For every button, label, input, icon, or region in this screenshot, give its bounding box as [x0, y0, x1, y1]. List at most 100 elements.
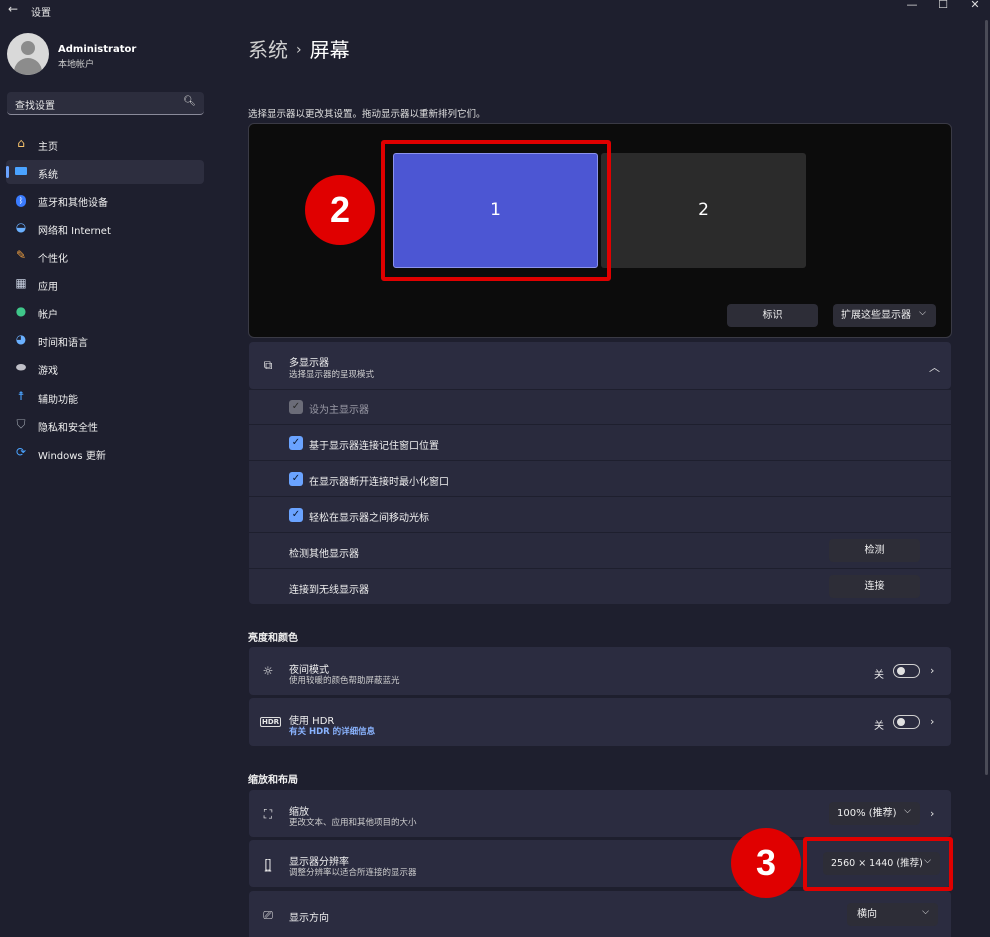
update-icon: ⟳: [15, 445, 27, 459]
orientation-icon: ⎚: [263, 908, 273, 922]
chevron-down-icon: ⌵: [919, 308, 926, 318]
sidebar-item-network[interactable]: ◒ 网络和 Internet: [6, 216, 204, 240]
search-placeholder: 查找设置: [15, 101, 55, 112]
chevron-right-icon[interactable]: ›: [930, 664, 934, 677]
detect-button[interactable]: 检测: [829, 539, 920, 562]
breadcrumb: 系统 › 屏幕: [248, 34, 350, 63]
chevron-down-icon: ⌵: [904, 806, 911, 816]
brightness-section-title: 亮度和颜色: [248, 633, 298, 644]
connect-button[interactable]: 连接: [829, 575, 920, 598]
sidebar-item-label: 时间和语言: [38, 338, 88, 349]
extend-displays-label: 扩展这些显示器: [841, 310, 911, 321]
extend-displays-dropdown[interactable]: 扩展这些显示器 ⌵: [833, 304, 936, 327]
move-cursor-checkbox[interactable]: ✓: [289, 508, 303, 522]
chevron-up-icon[interactable]: ︿: [929, 359, 940, 375]
multi-display-header[interactable]: [249, 342, 951, 389]
chevron-right-icon[interactable]: ›: [930, 715, 934, 728]
page-title: 屏幕: [309, 38, 350, 62]
night-light-row[interactable]: [249, 647, 951, 695]
apps-icon: ▦: [15, 276, 27, 290]
detect-displays-label: 检测其他显示器: [289, 549, 359, 560]
annotation-badge-2: 2: [305, 175, 375, 245]
sidebar-item-label: 辅助功能: [38, 395, 78, 406]
annotation-highlight-box: [381, 140, 611, 281]
breadcrumb-separator: ›: [296, 42, 302, 58]
scale-layout-section-title: 缩放和布局: [248, 775, 298, 786]
gamepad-icon: ⬬: [15, 360, 27, 374]
sidebar-item-label: Windows 更新: [38, 451, 106, 462]
monitor-2[interactable]: 2: [601, 153, 806, 268]
search-icon: 🔍︎: [183, 96, 196, 107]
resolution-subtitle: 调整分辨率以适合所连接的显示器: [289, 868, 417, 878]
sidebar-item-gaming[interactable]: ⬬ 游戏: [6, 356, 204, 380]
multi-display-options: [249, 390, 951, 604]
wireless-display-label: 连接到无线显示器: [289, 585, 369, 596]
sidebar-item-label: 应用: [38, 282, 58, 293]
arrangement-hint: 选择显示器以更改其设置。拖动显示器以重新排列它们。: [248, 109, 486, 120]
shield-icon: ⛉: [16, 417, 26, 431]
sidebar-item-label: 个性化: [38, 254, 68, 265]
sidebar-item-label: 隐私和安全性: [38, 423, 98, 434]
window-title: 设置: [31, 8, 51, 19]
active-indicator: [6, 166, 9, 178]
orientation-dropdown[interactable]: 横向 ⌵: [847, 903, 938, 926]
hdr-info-link[interactable]: 有关 HDR 的详细信息: [289, 725, 375, 737]
remember-window-checkbox[interactable]: ✓: [289, 436, 303, 450]
sidebar-item-label: 主页: [38, 142, 58, 153]
sidebar-item-accounts[interactable]: ● 帐户: [6, 300, 204, 324]
identify-button[interactable]: 标识: [727, 304, 818, 327]
sidebar-item-windows-update[interactable]: ⟳ Windows 更新: [6, 441, 204, 465]
minimize-icon[interactable]: —: [897, 0, 927, 12]
accessibility-icon: ☨: [17, 389, 25, 403]
avatar[interactable]: [7, 33, 49, 75]
bluetooth-icon: ᛒ: [14, 192, 28, 207]
brush-icon: ✎: [15, 248, 27, 262]
sun-icon: ☼: [262, 664, 274, 678]
hdr-toggle[interactable]: [893, 715, 920, 729]
sidebar-item-privacy[interactable]: ⛉ 隐私和安全性: [6, 413, 204, 437]
close-icon[interactable]: ✕: [960, 0, 990, 12]
scrollbar[interactable]: [985, 20, 988, 775]
chevron-right-icon[interactable]: ›: [930, 807, 934, 820]
sidebar-item-label: 游戏: [38, 366, 58, 377]
sidebar-item-home[interactable]: ⌂ 主页: [6, 132, 204, 156]
night-light-subtitle: 使用较暖的颜色帮助屏蔽蓝光: [289, 676, 400, 686]
home-icon: ⌂: [17, 136, 25, 150]
multi-display-title: 多显示器: [289, 358, 329, 369]
multi-display-subtitle: 选择显示器的呈现模式: [289, 370, 375, 380]
sidebar-item-label: 系统: [38, 170, 58, 181]
night-light-toggle[interactable]: [893, 664, 920, 678]
sidebar-item-label: 蓝牙和其他设备: [38, 198, 108, 209]
orientation-row[interactable]: [249, 891, 951, 937]
account-icon: ●: [15, 304, 27, 318]
chevron-down-icon: ⌵: [922, 907, 929, 917]
minimize-windows-label: 在显示器断开连接时最小化窗口: [309, 477, 449, 488]
remember-window-label: 基于显示器连接记住窗口位置: [309, 441, 439, 452]
hdr-row[interactable]: [249, 698, 951, 746]
wifi-icon: ◒: [15, 220, 27, 234]
sidebar-item-personalization[interactable]: ✎ 个性化: [6, 244, 204, 268]
sidebar-item-label: 网络和 Internet: [38, 226, 111, 237]
title-bar: ← 设置 — ☐ ✕: [0, 0, 990, 22]
move-cursor-label: 轻松在显示器之间移动光标: [309, 513, 429, 524]
scale-subtitle: 更改文本、应用和其他项目的大小: [289, 818, 417, 828]
user-name: Administrator: [58, 44, 137, 55]
multi-display-icon: ⧉: [263, 358, 273, 372]
breadcrumb-parent[interactable]: 系统: [248, 38, 288, 62]
sidebar-item-bluetooth[interactable]: ᛒ 蓝牙和其他设备: [6, 188, 204, 212]
set-primary-checkbox: ✓: [289, 400, 303, 414]
search-input[interactable]: 查找设置 🔍︎: [7, 92, 204, 115]
back-arrow-icon[interactable]: ←: [8, 2, 18, 16]
maximize-icon[interactable]: ☐: [928, 0, 958, 12]
hdr-state: 关: [874, 721, 884, 732]
sidebar-item-time-language[interactable]: ◕ 时间和语言: [6, 328, 204, 352]
annotation-highlight-box: [803, 837, 953, 891]
night-light-state: 关: [874, 670, 884, 681]
sidebar-item-system[interactable]: 系统: [6, 160, 204, 184]
scale-icon: ⛶: [263, 807, 273, 821]
minimize-windows-checkbox[interactable]: ✓: [289, 472, 303, 486]
scale-dropdown[interactable]: 100% (推荐) ⌵: [829, 802, 920, 825]
sidebar-item-apps[interactable]: ▦ 应用: [6, 272, 204, 296]
sidebar-item-accessibility[interactable]: ☨ 辅助功能: [6, 385, 204, 409]
orientation-value: 横向: [857, 909, 877, 920]
